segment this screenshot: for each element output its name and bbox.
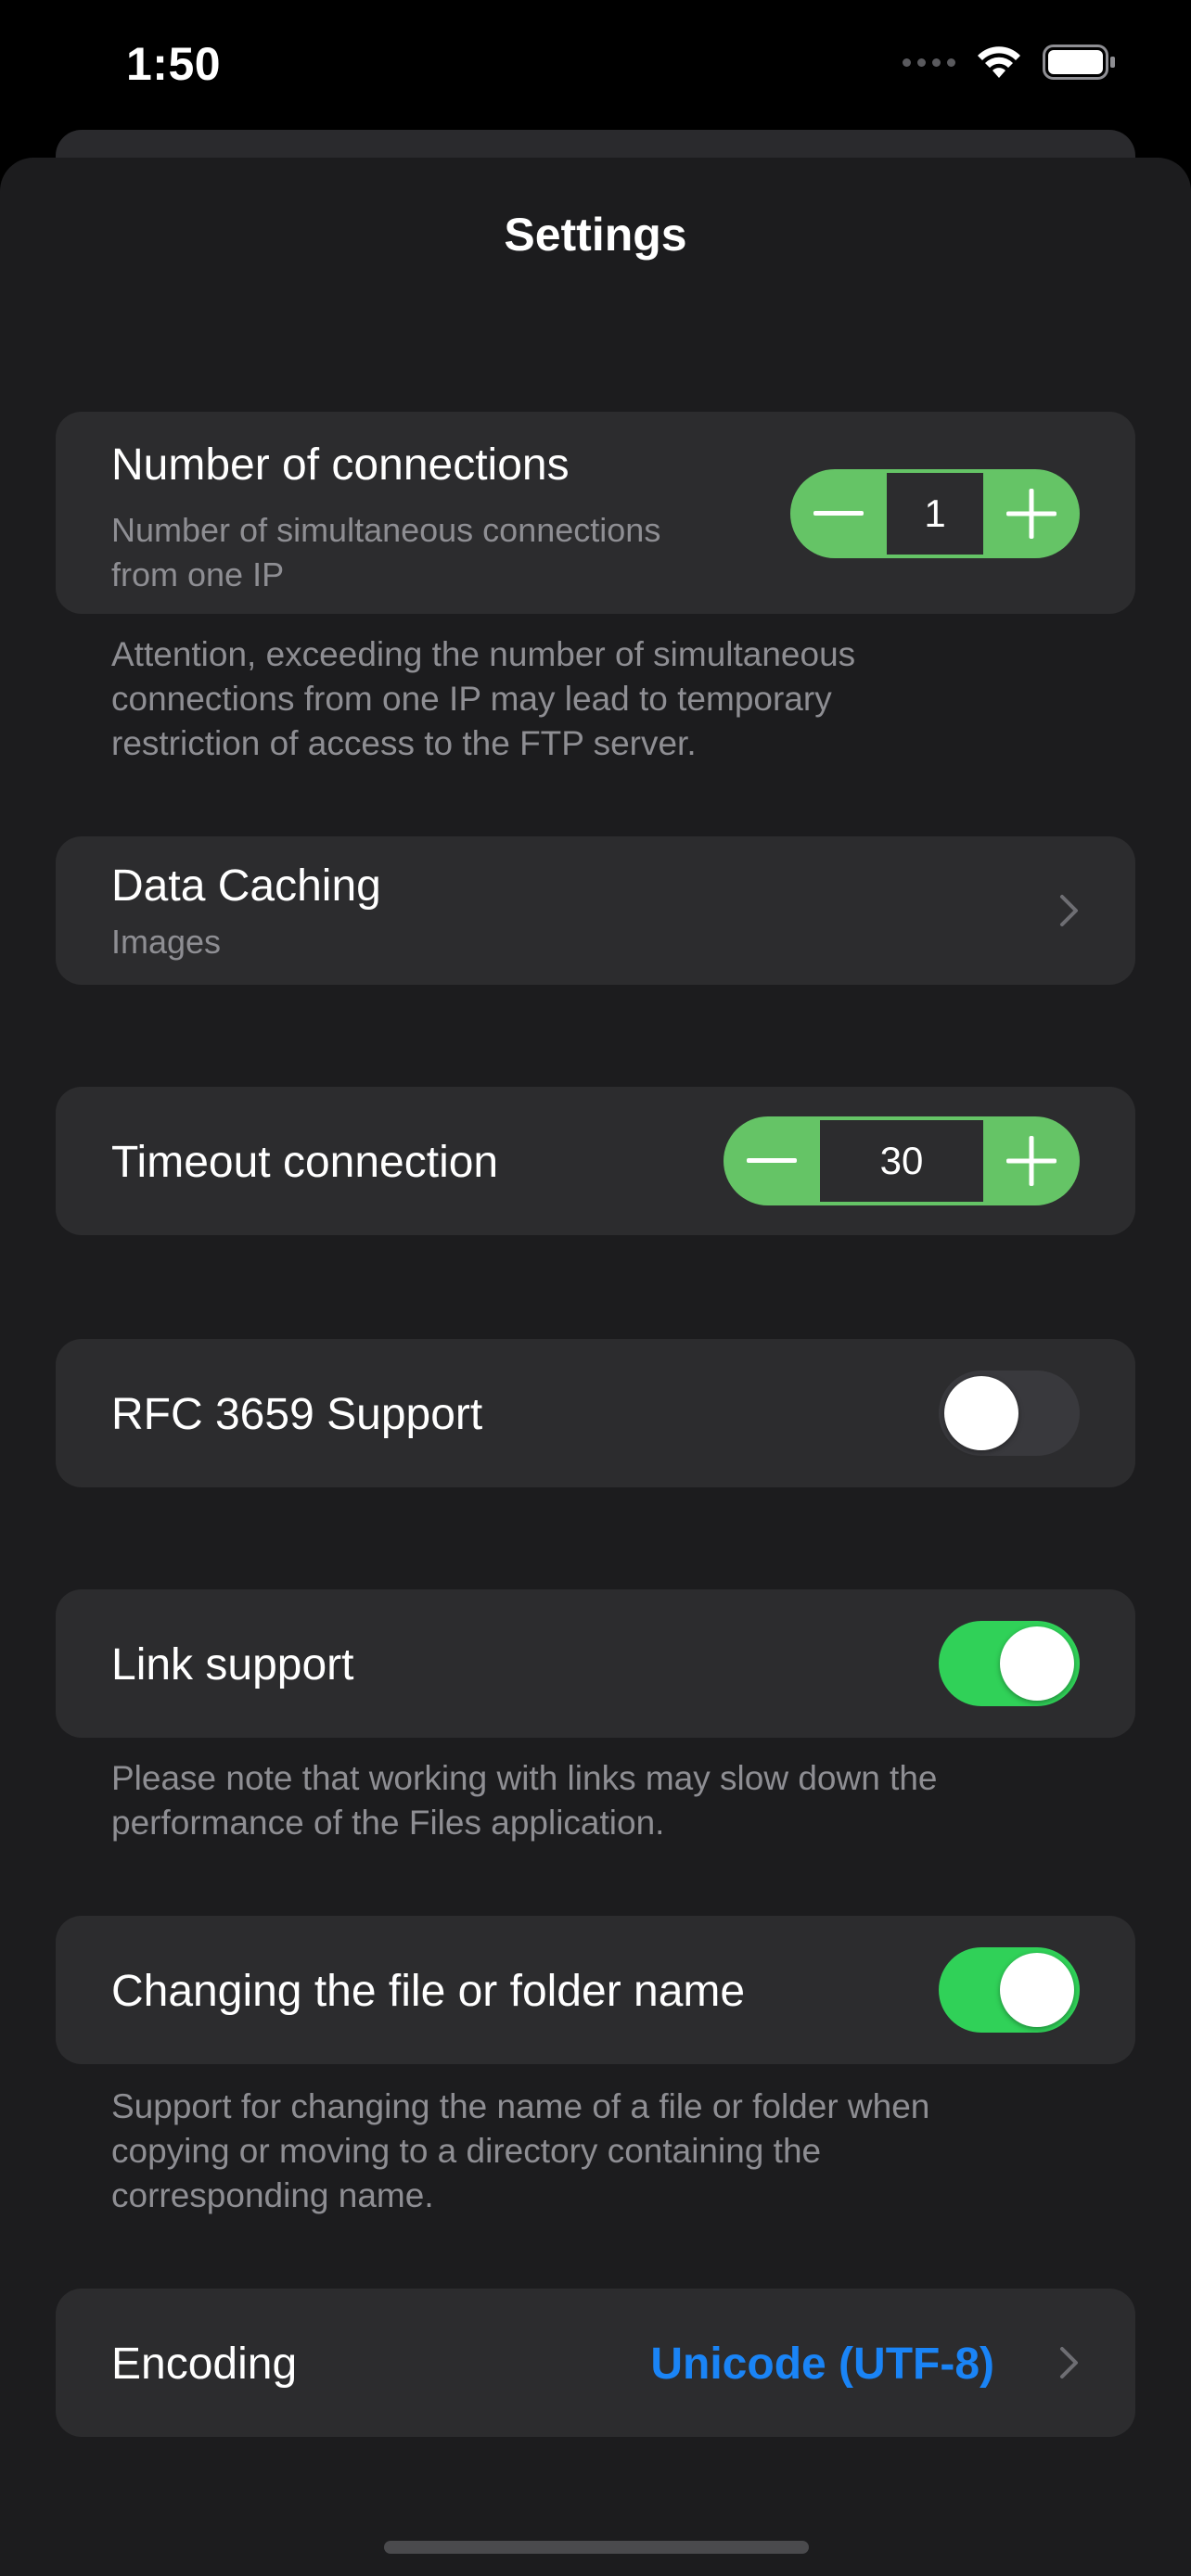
rfc-toggle[interactable] xyxy=(939,1371,1080,1456)
connections-value[interactable]: 1 xyxy=(887,473,983,555)
connections-decrement-button[interactable] xyxy=(790,469,887,558)
data-caching-row[interactable]: Data Caching Images xyxy=(56,836,1135,985)
data-caching-subtitle: Images xyxy=(111,923,222,961)
link-support-footnote: Please note that working with links may … xyxy=(111,1756,1098,1845)
footnote-line: copying or moving to a directory contain… xyxy=(111,2132,822,2170)
status-icons xyxy=(903,45,1117,80)
home-indicator xyxy=(384,2541,809,2554)
link-support-title: Link support xyxy=(111,1640,354,1690)
data-caching-title: Data Caching xyxy=(111,861,381,911)
connections-subtitle: Number of simultaneous connections from … xyxy=(111,508,660,597)
minus-icon xyxy=(813,511,864,516)
rfc-title: RFC 3659 Support xyxy=(111,1390,483,1439)
timeout-title: Timeout connection xyxy=(111,1138,499,1187)
toggle-knob xyxy=(1000,1626,1074,1701)
footnote-line: connections from one IP may lead to temp… xyxy=(111,680,832,718)
status-time: 1:50 xyxy=(126,38,222,90)
plus-icon xyxy=(1006,489,1057,539)
timeout-card: Timeout connection 30 xyxy=(56,1087,1135,1235)
encoding-title: Encoding xyxy=(111,2340,298,2389)
rename-card: Changing the file or folder name xyxy=(56,1916,1135,2064)
link-support-card: Link support xyxy=(56,1589,1135,1738)
rename-toggle[interactable] xyxy=(939,1947,1080,2033)
footnote-line: corresponding name. xyxy=(111,2176,434,2214)
minus-icon xyxy=(747,1158,797,1163)
connections-footnote: Attention, exceeding the number of simul… xyxy=(111,632,1098,766)
timeout-increment-button[interactable] xyxy=(983,1116,1080,1205)
connections-card: Number of connections Number of simultan… xyxy=(56,412,1135,614)
encoding-row[interactable]: Encoding Unicode (UTF-8) xyxy=(56,2289,1135,2437)
cellular-signal-icon xyxy=(903,57,955,67)
timeout-value[interactable]: 30 xyxy=(820,1120,983,1202)
connections-subtitle-line: Number of simultaneous connections xyxy=(111,511,661,549)
encoding-value: Unicode (UTF-8) xyxy=(650,2340,994,2389)
battery-icon xyxy=(1043,45,1115,80)
toggle-knob xyxy=(944,1376,1018,1450)
connections-subtitle-line: from one IP xyxy=(111,555,285,593)
settings-sheet: Settings Number of connections Number of… xyxy=(0,158,1191,2576)
connections-increment-button[interactable] xyxy=(983,469,1080,558)
timeout-decrement-button[interactable] xyxy=(724,1116,820,1205)
chevron-right-icon xyxy=(1060,2347,1078,2378)
footnote-line: restriction of access to the FTP server. xyxy=(111,724,697,762)
footnote-line: performance of the Files application. xyxy=(111,1804,665,1842)
plus-icon xyxy=(1006,1136,1057,1186)
connections-title: Number of connections xyxy=(111,440,570,490)
footnote-line: Please note that working with links may … xyxy=(111,1759,938,1797)
footnote-line: Attention, exceeding the number of simul… xyxy=(111,635,856,673)
settings-screen: 1:50 Settings Number of connections Numb… xyxy=(0,0,1191,2576)
link-support-toggle[interactable] xyxy=(939,1621,1080,1706)
footnote-line: Support for changing the name of a file … xyxy=(111,2087,930,2125)
chevron-right-icon xyxy=(1060,895,1078,926)
rfc-card: RFC 3659 Support xyxy=(56,1339,1135,1487)
rename-title: Changing the file or folder name xyxy=(111,1967,746,2016)
wifi-icon xyxy=(978,46,1020,78)
timeout-stepper: 30 xyxy=(724,1116,1080,1205)
connections-stepper: 1 xyxy=(790,469,1080,558)
toggle-knob xyxy=(1000,1953,1074,2027)
rename-footnote: Support for changing the name of a file … xyxy=(111,2085,1098,2218)
page-title: Settings xyxy=(504,209,687,261)
